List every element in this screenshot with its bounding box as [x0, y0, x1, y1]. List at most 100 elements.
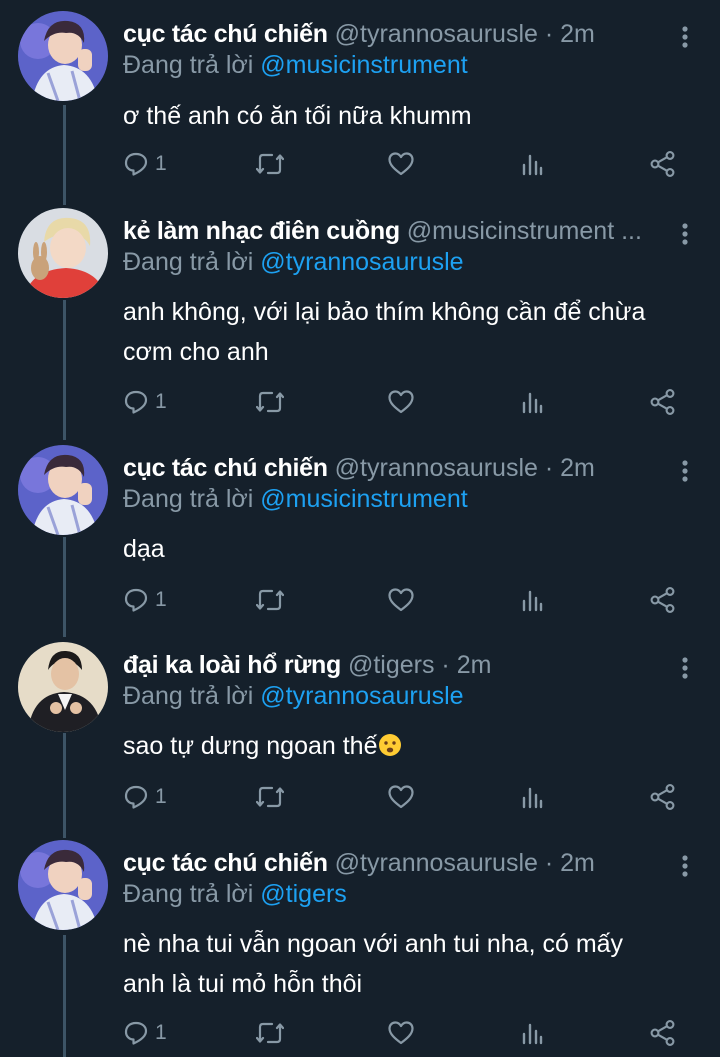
tweet-text-line: cơm cho anh — [123, 338, 269, 366]
reply-icon — [124, 152, 148, 176]
replying-to-handle[interactable]: @tigers — [260, 880, 347, 908]
reply-button[interactable]: 1 — [123, 780, 167, 814]
retweet-icon — [256, 1022, 284, 1044]
timestamp[interactable]: 2m — [560, 454, 595, 482]
timestamp[interactable]: 2m — [560, 849, 595, 877]
replying-to-handle[interactable]: @tyrannosaurusle — [260, 682, 463, 710]
share-button[interactable] — [649, 780, 677, 814]
more-vertical-icon — [682, 855, 688, 877]
like-button[interactable] — [387, 583, 415, 617]
tweet-actions: 1 — [123, 780, 703, 814]
user-handle[interactable]: @tigers — [348, 651, 435, 679]
analytics-icon — [522, 787, 543, 809]
share-icon — [650, 151, 675, 177]
share-icon — [650, 784, 675, 810]
more-vertical-icon — [682, 460, 688, 482]
more-options-button[interactable] — [672, 219, 698, 249]
reply-count: 1 — [155, 588, 167, 611]
separator-dot: · — [544, 849, 554, 877]
replying-to: Đang trả lời @musicinstrument — [123, 49, 468, 81]
retweet-button[interactable] — [256, 385, 284, 419]
like-button[interactable] — [387, 780, 415, 814]
retweet-button[interactable] — [256, 147, 284, 181]
analytics-button[interactable] — [520, 583, 544, 617]
share-icon — [650, 587, 675, 613]
replying-to-label: Đang trả lời — [123, 485, 254, 513]
tweet-header: cục tác chú chiến @tyrannosaurusle · 2m — [123, 845, 672, 881]
tweet-text: dạa — [123, 535, 165, 563]
avatar[interactable] — [18, 642, 108, 732]
replying-to: Đang trả lời @tyrannosaurusle — [123, 246, 464, 278]
replying-to: Đang trả lời @tyrannosaurusle — [123, 680, 464, 712]
avatar-image — [18, 642, 108, 732]
tweet[interactable]: cục tác chú chiến @tyrannosaurusle · 2m … — [0, 11, 720, 206]
replying-to-label: Đang trả lời — [123, 682, 254, 710]
tweet-actions: 1 — [123, 1016, 703, 1050]
like-button[interactable] — [387, 147, 415, 181]
share-button[interactable] — [649, 385, 677, 419]
display-name[interactable]: cục tác chú chiến — [123, 849, 328, 877]
avatar-image — [18, 445, 108, 535]
share-button[interactable] — [649, 147, 677, 181]
avatar-image — [18, 11, 108, 101]
reply-thread: cục tác chú chiến @tyrannosaurusle · 2m … — [0, 0, 720, 1057]
replying-to-label: Đang trả lời — [123, 51, 254, 79]
share-button[interactable] — [649, 583, 677, 617]
share-icon — [650, 1020, 675, 1046]
more-options-button[interactable] — [672, 851, 698, 881]
tweet[interactable]: cục tác chú chiến @tyrannosaurusle · 2m … — [0, 445, 720, 640]
like-button[interactable] — [387, 1016, 415, 1050]
reply-button[interactable]: 1 — [123, 385, 167, 419]
more-options-button[interactable] — [672, 653, 698, 683]
share-icon — [650, 389, 675, 415]
analytics-icon — [522, 392, 543, 414]
separator-dot: · — [441, 651, 450, 679]
replying-to: Đang trả lời @tigers — [123, 878, 347, 910]
tweet[interactable]: cục tác chú chiến @tyrannosaurusle · 2m … — [0, 840, 720, 1057]
tweet-actions: 1 — [123, 147, 703, 181]
avatar[interactable] — [18, 445, 108, 535]
user-handle[interactable]: @tyrannosaurusle — [335, 849, 538, 877]
retweet-button[interactable] — [256, 583, 284, 617]
analytics-icon — [522, 590, 543, 612]
analytics-button[interactable] — [520, 385, 544, 419]
retweet-button[interactable] — [256, 780, 284, 814]
more-options-button[interactable] — [672, 22, 698, 52]
tweet[interactable]: đại ka loài hổ rừng @tigers · 2m Đang tr… — [0, 642, 720, 837]
reply-icon — [124, 1021, 148, 1045]
reply-count: 1 — [155, 390, 167, 413]
frowning-face-emoji — [378, 734, 401, 756]
tweet-text: sao tự dưng ngoan thế — [123, 726, 693, 766]
display-name[interactable]: đại ka loài hổ rừng — [123, 651, 341, 679]
reply-count: 1 — [155, 152, 167, 175]
replying-to-handle[interactable]: @musicinstrument — [260, 51, 467, 79]
like-button[interactable] — [387, 385, 415, 419]
retweet-button[interactable] — [256, 1016, 284, 1050]
timestamp[interactable]: 2m — [457, 651, 492, 679]
display-name[interactable]: cục tác chú chiến — [123, 454, 328, 482]
avatar[interactable] — [18, 208, 108, 298]
tweet[interactable]: kẻ làm nhạc điên cuồng @musicinstrument … — [0, 208, 720, 443]
timestamp[interactable]: 2m — [560, 20, 595, 48]
more-options-button[interactable] — [672, 456, 698, 486]
more-vertical-icon — [682, 26, 688, 48]
display-name[interactable]: cục tác chú chiến — [123, 20, 328, 48]
reply-button[interactable]: 1 — [123, 583, 167, 617]
share-button[interactable] — [649, 1016, 677, 1050]
analytics-button[interactable] — [520, 780, 544, 814]
reply-count: 1 — [155, 785, 167, 808]
avatar[interactable] — [18, 840, 108, 930]
avatar[interactable] — [18, 11, 108, 101]
reply-button[interactable]: 1 — [123, 1016, 167, 1050]
user-handle[interactable]: @musicinstrument ... — [407, 217, 642, 245]
analytics-button[interactable] — [520, 1016, 544, 1050]
user-handle[interactable]: @tyrannosaurusle — [335, 20, 538, 48]
reply-button[interactable]: 1 — [123, 147, 167, 181]
replying-to-handle[interactable]: @tyrannosaurusle — [260, 248, 463, 276]
display-name[interactable]: kẻ làm nhạc điên cuồng — [123, 217, 400, 245]
tweet-text: nè nha tui vẫn ngoan với anh tui nha, có… — [123, 924, 693, 1004]
replying-to-handle[interactable]: @musicinstrument — [260, 485, 467, 513]
analytics-button[interactable] — [520, 147, 544, 181]
tweet-text-line: anh không, với lại bảo thím không cần để… — [123, 298, 646, 326]
user-handle[interactable]: @tyrannosaurusle — [335, 454, 538, 482]
